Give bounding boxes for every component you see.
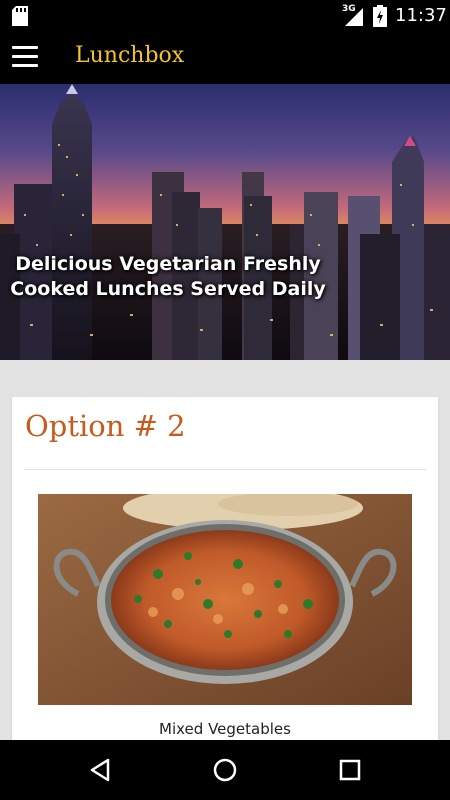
clock: 11:37	[395, 5, 447, 26]
hero-banner: Delicious Vegetarian Freshly Cooked Lunc…	[0, 84, 450, 360]
system-nav-bar	[0, 740, 450, 800]
content-area[interactable]: Option # 2 Mixed Vegetables	[0, 360, 450, 757]
home-icon[interactable]	[211, 756, 239, 784]
hero-tagline: Delicious Vegetarian Freshly Cooked Lunc…	[10, 253, 326, 300]
sd-card-icon	[12, 6, 28, 26]
battery-icon	[373, 5, 387, 27]
recents-icon[interactable]	[336, 756, 364, 784]
dish-photo	[38, 494, 412, 705]
option-title: Option # 2	[25, 409, 186, 443]
dish-caption: Mixed Vegetables	[159, 720, 291, 738]
city-skyline-image	[0, 84, 450, 360]
status-bar: 3G 11:37	[0, 0, 450, 32]
signal-icon	[345, 8, 363, 26]
app-bar: Lunchbox	[0, 32, 450, 84]
back-icon[interactable]	[86, 756, 114, 784]
hamburger-menu-icon[interactable]	[12, 46, 38, 68]
menu-option-card: Option # 2 Mixed Vegetables	[12, 397, 438, 757]
app-title: Lunchbox	[75, 43, 185, 68]
divider	[24, 469, 426, 470]
